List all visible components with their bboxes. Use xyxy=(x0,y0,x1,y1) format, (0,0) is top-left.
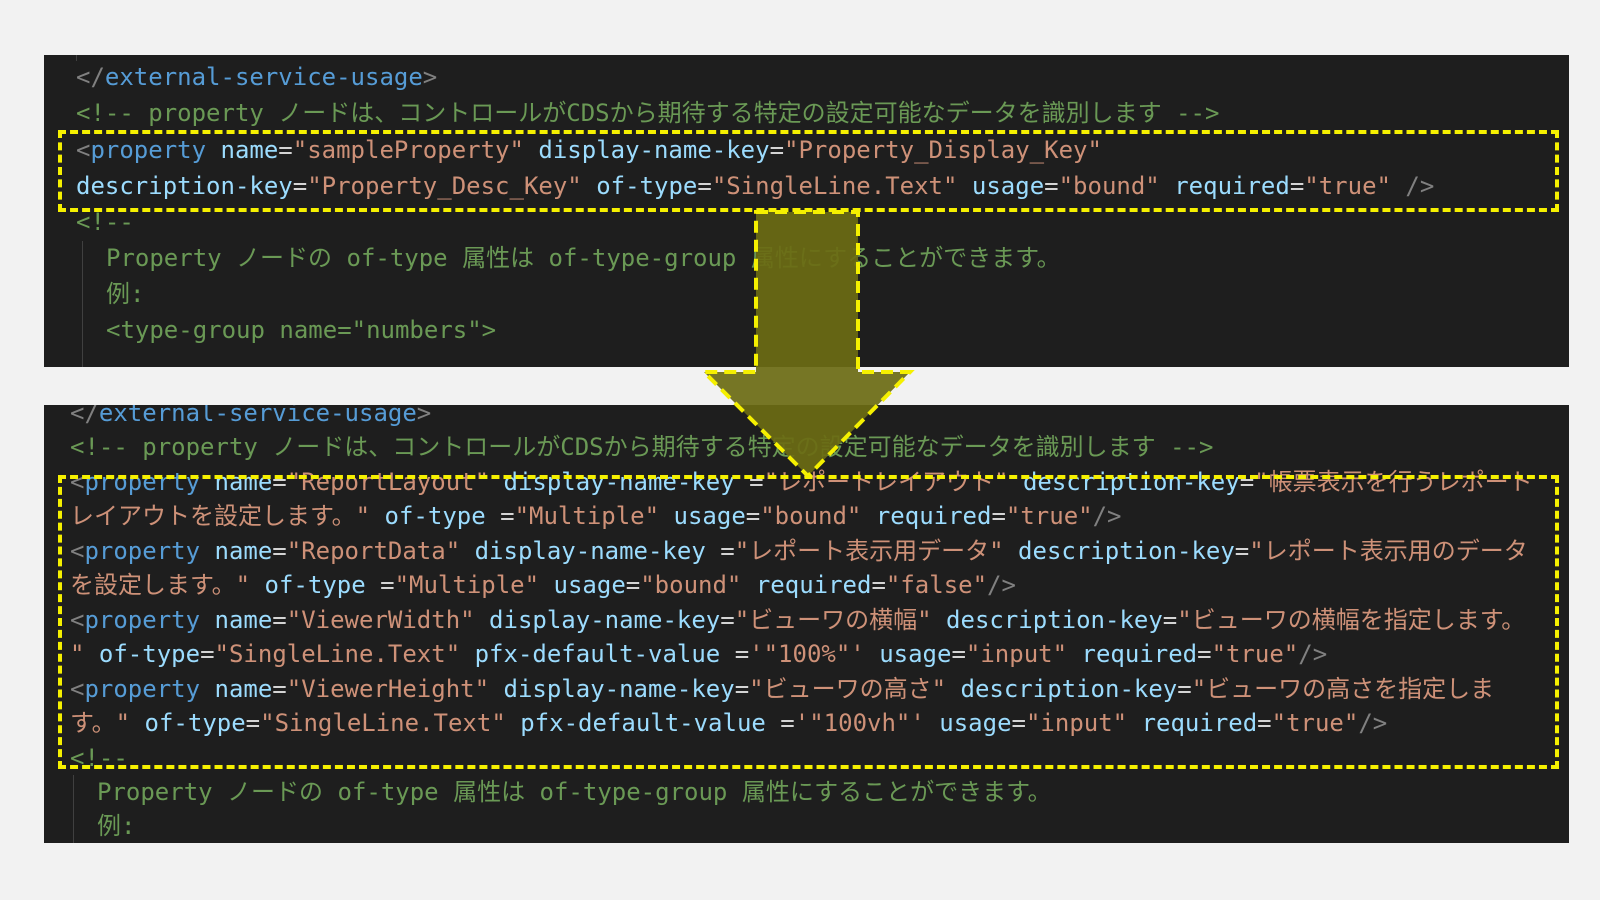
code-line-viewer-width-1: <property name="ViewerWidth" display-nam… xyxy=(70,606,1526,634)
code-line-property-1: <property name="sampleProperty" display-… xyxy=(76,136,1102,164)
code-line-comment-2: Property ノードの of-type 属性は of-type-group … xyxy=(97,778,1052,806)
code-line-comment: <!-- property ノードは、コントロールがCDSから期待する特定の設定… xyxy=(70,433,1214,461)
code-line-close-tag: </external-service-usage> xyxy=(70,405,432,427)
code-editor-before: </external-service-usage> <!-- property … xyxy=(44,55,1569,367)
code-line-comment: <!-- property ノードは、コントロールがCDSから期待する特定の設定… xyxy=(76,99,1220,127)
code-line-viewer-height-2: す。" of-type="SingleLine.Text" pfx-defaul… xyxy=(70,709,1388,737)
code-line-comment-3: 例: xyxy=(97,812,136,840)
code-line-viewer-width-2: " of-type="SingleLine.Text" pfx-default-… xyxy=(70,640,1328,668)
code-line-report-data-1: <property name="ReportData" display-name… xyxy=(70,537,1528,565)
code-line-comment-2: Property ノードの of-type 属性は of-type-group … xyxy=(106,244,1061,272)
code-line-comment-open: <!-- xyxy=(76,208,134,236)
code-line-report-data-2: を設定します。" of-type ="Multiple" usage="boun… xyxy=(70,571,1016,599)
code-line-property-2: description-key="Property_Desc_Key" of-t… xyxy=(76,172,1435,200)
indent-guide xyxy=(73,775,74,843)
code-line-report-layout-2: レイアウトを設定します。" of-type ="Multiple" usage=… xyxy=(70,502,1122,530)
code-line-comment-4: <type-group name="numbers"> xyxy=(106,316,497,344)
code-line-comment-open: <!-- xyxy=(70,744,128,772)
code-line-viewer-height-1: <property name="ViewerHeight" display-na… xyxy=(70,675,1495,703)
code-line-comment-3: 例: xyxy=(106,280,145,308)
code-editor-after: </external-service-usage> <!-- property … xyxy=(44,405,1569,843)
code-line-close-tag: </external-service-usage> xyxy=(76,63,438,91)
code-line-report-layout-1: <property name="ReportLayout" display-na… xyxy=(70,468,1533,496)
indent-guide xyxy=(82,241,83,367)
